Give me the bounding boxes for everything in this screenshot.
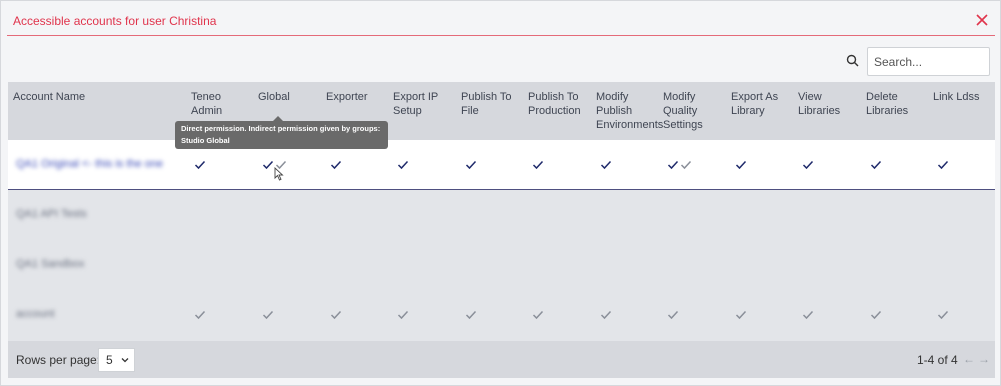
direct-permission-check-icon — [735, 160, 747, 170]
column-header[interactable]: Publish To File — [461, 90, 512, 118]
table-row[interactable]: QA1 API Tests — [8, 190, 995, 240]
column-header[interactable]: Modify Quality Settings — [663, 90, 703, 132]
table-header: Account Name Teneo Admin Global Exporter Exp… — [8, 82, 995, 140]
indirect-permission-check-icon — [532, 310, 544, 320]
accessible-accounts-dialog: Accessible accounts for user Christina A… — [0, 0, 1001, 386]
pagination-info: 1-4 of 4 — [917, 353, 958, 367]
table-footer: Rows per page: 5 1-4 of 4 ← → — [8, 341, 995, 378]
table-row[interactable]: account — [8, 290, 995, 340]
tooltip-line-2: Studio Global — [181, 136, 230, 145]
direct-permission-check-icon — [262, 160, 274, 170]
column-header[interactable]: Exporter — [326, 90, 368, 104]
permission-tooltip: Direct permission. Indirect permission g… — [175, 121, 388, 149]
direct-permission-check-icon — [465, 160, 477, 170]
indirect-permission-check-icon — [802, 310, 814, 320]
account-name-cell[interactable]: QA1 Original <- this is the one — [16, 158, 163, 170]
account-name-cell[interactable]: account — [16, 308, 55, 320]
rows-per-page-value: 5 — [106, 353, 113, 367]
indirect-permission-check-icon — [600, 310, 612, 320]
rows-per-page-select[interactable]: 5 — [98, 348, 135, 372]
direct-permission-check-icon — [870, 160, 882, 170]
accounts-table: Account Name Teneo Admin Global Exporter Exp… — [8, 82, 995, 341]
indirect-permission-check-icon — [735, 310, 747, 320]
indirect-permission-check-icon — [194, 310, 206, 320]
dialog-header: Accessible accounts for user Christina — [7, 5, 995, 36]
direct-permission-check-icon — [194, 160, 206, 170]
indirect-permission-check-icon — [330, 310, 342, 320]
dialog-title: Accessible accounts for user Christina — [13, 14, 217, 28]
column-header[interactable]: View Libraries — [798, 90, 840, 118]
next-page-button[interactable]: → — [978, 352, 990, 366]
prev-page-button[interactable]: ← — [963, 352, 975, 366]
direct-permission-check-icon — [330, 160, 342, 170]
mouse-cursor-icon — [274, 167, 284, 181]
column-header[interactable]: Publish To Production — [528, 90, 581, 118]
direct-permission-check-icon — [802, 160, 814, 170]
indirect-permission-check-icon — [667, 310, 679, 320]
direct-permission-check-icon — [397, 160, 409, 170]
column-header[interactable]: Teneo Admin — [191, 90, 222, 118]
column-header[interactable]: Global — [258, 90, 290, 104]
indirect-permission-check-icon — [465, 310, 477, 320]
indirect-permission-check-icon — [870, 310, 882, 320]
direct-permission-check-icon — [667, 160, 679, 170]
indirect-permission-check-icon — [937, 310, 949, 320]
direct-permission-check-icon — [600, 160, 612, 170]
column-header[interactable]: Export As Library — [731, 90, 778, 118]
close-icon[interactable] — [973, 11, 991, 29]
account-name-cell[interactable]: QA1 API Tests — [16, 208, 87, 220]
direct-permission-check-icon — [937, 160, 949, 170]
column-header[interactable]: Link Ldss — [933, 90, 979, 104]
tooltip-line-1: Direct permission. Indirect permission g… — [181, 124, 381, 133]
column-header[interactable]: Modify Publish Environments — [596, 90, 663, 132]
indirect-permission-check-icon — [680, 160, 692, 170]
table-row[interactable]: QA1 Sandbox — [8, 240, 995, 290]
column-header[interactable]: Account Name — [13, 90, 85, 104]
direct-permission-check-icon — [532, 160, 544, 170]
search-input[interactable] — [867, 47, 990, 76]
account-name-cell[interactable]: QA1 Sandbox — [16, 258, 85, 270]
table-row[interactable]: QA1 Original <- this is the one — [8, 140, 995, 190]
column-header[interactable]: Delete Libraries — [866, 90, 908, 118]
chevron-down-icon — [121, 358, 129, 363]
column-header[interactable]: Export IP Setup — [393, 90, 438, 118]
search-icon — [845, 53, 861, 69]
indirect-permission-check-icon — [262, 310, 274, 320]
indirect-permission-check-icon — [397, 310, 409, 320]
rows-per-page-label: Rows per page: — [16, 353, 101, 367]
